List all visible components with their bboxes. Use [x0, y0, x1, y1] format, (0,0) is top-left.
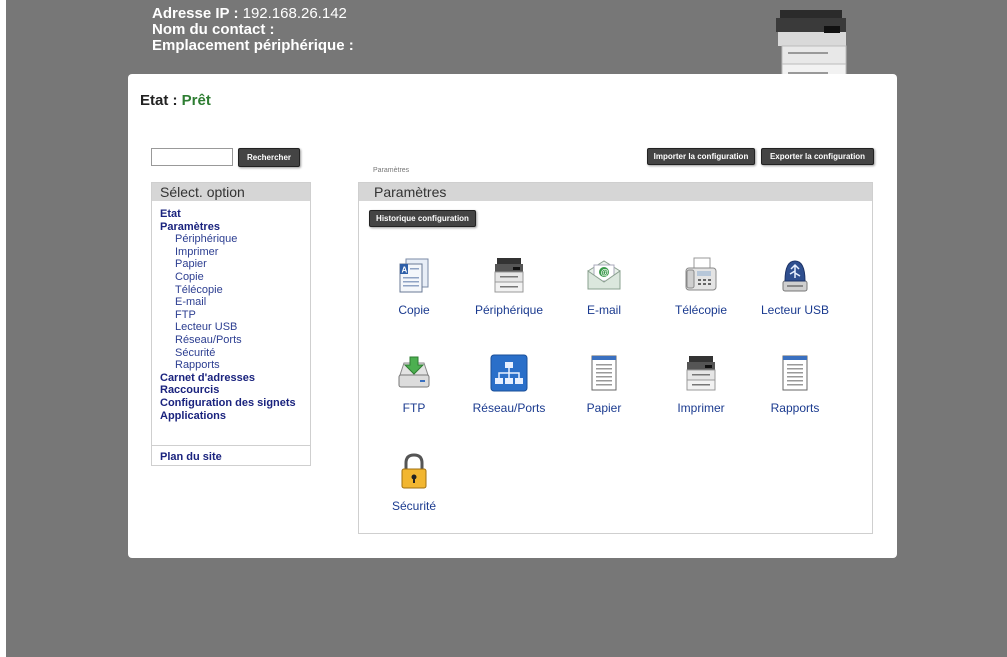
- status-value: Prêt: [181, 92, 211, 109]
- sidebar-item-usb[interactable]: Lecteur USB: [160, 321, 310, 334]
- ftp-icon: [394, 353, 434, 393]
- device-info: Adresse IP : 192.168.26.142 Nom du conta…: [152, 6, 354, 54]
- status-line: Etat : Prêt: [140, 92, 211, 109]
- paper-icon: [584, 353, 624, 393]
- tile-label: Télécopie: [674, 303, 728, 317]
- settings-heading: Paramètres: [359, 183, 872, 201]
- settings-panel: Paramètres Historique configuration A Co…: [358, 182, 873, 534]
- sidebar-item-carnet[interactable]: Carnet d'adresses: [160, 372, 310, 385]
- sidebar-item-papier[interactable]: Papier: [160, 258, 310, 271]
- sidebar-item-parametres[interactable]: Paramètres: [160, 221, 310, 234]
- content-card: Etat : Prêt Rechercher Importer la confi…: [128, 74, 897, 558]
- sidebar: Sélect. option Etat Paramètres Périphéri…: [151, 182, 311, 466]
- sidebar-item-telecopie[interactable]: Télécopie: [160, 284, 310, 297]
- tile-reseau-ports[interactable]: Réseau/Ports: [459, 353, 559, 415]
- tile-ftp[interactable]: FTP: [364, 353, 464, 415]
- export-config-button[interactable]: Exporter la configuration: [761, 148, 874, 165]
- tile-label: Papier: [586, 401, 622, 415]
- tile-peripherique[interactable]: Périphérique: [459, 255, 559, 317]
- search-input[interactable]: [151, 148, 233, 166]
- sidebar-item-imprimer[interactable]: Imprimer: [160, 246, 310, 259]
- tile-copie[interactable]: A Copie: [364, 255, 464, 317]
- location-line: Emplacement périphérique :: [152, 37, 354, 54]
- tile-label: Lecteur USB: [760, 303, 830, 317]
- ip-label: Adresse IP :: [152, 5, 239, 22]
- breadcrumb: Paramètres: [373, 167, 410, 174]
- sidebar-item-securite[interactable]: Sécurité: [160, 347, 310, 360]
- ip-value: 192.168.26.142: [242, 5, 347, 22]
- config-history-button[interactable]: Historique configuration: [369, 210, 476, 227]
- tile-label: Réseau/Ports: [472, 401, 546, 415]
- tile-label: FTP: [402, 401, 426, 415]
- sidebar-item-etat[interactable]: Etat: [160, 208, 310, 221]
- tile-email[interactable]: @ E-mail: [554, 255, 654, 317]
- contact-line: Nom du contact :: [152, 21, 275, 38]
- tile-rapports[interactable]: Rapports: [745, 353, 845, 415]
- network-icon: [489, 353, 529, 393]
- tile-imprimer[interactable]: Imprimer: [651, 353, 751, 415]
- sitemap-link[interactable]: Plan du site: [160, 451, 222, 463]
- tile-papier[interactable]: Papier: [554, 353, 654, 415]
- svg-text:A: A: [402, 266, 408, 275]
- reports-icon: [775, 353, 815, 393]
- sidebar-item-peripherique[interactable]: Périphérique: [160, 233, 310, 246]
- status-label: Etat :: [140, 92, 178, 109]
- lock-icon: [394, 451, 434, 491]
- page-background: Adresse IP : 192.168.26.142 Nom du conta…: [6, 0, 1007, 657]
- sidebar-item-ftp[interactable]: FTP: [160, 309, 310, 322]
- tile-securite[interactable]: Sécurité: [364, 451, 464, 513]
- sidebar-heading: Sélect. option: [152, 183, 310, 201]
- tile-label: Périphérique: [474, 303, 544, 317]
- ip-address-line: Adresse IP : 192.168.26.142: [152, 6, 354, 22]
- tile-lecteur-usb[interactable]: Lecteur USB: [745, 255, 845, 317]
- tile-telecopie[interactable]: Télécopie: [651, 255, 751, 317]
- sidebar-item-signets[interactable]: Configuration des signets: [160, 397, 310, 410]
- email-icon: @: [584, 255, 624, 295]
- sidebar-item-reseau[interactable]: Réseau/Ports: [160, 334, 310, 347]
- sidebar-divider: [152, 445, 310, 446]
- sidebar-item-copie[interactable]: Copie: [160, 271, 310, 284]
- copy-icon: A: [394, 255, 434, 295]
- sidebar-item-raccourcis[interactable]: Raccourcis: [160, 384, 310, 397]
- tile-label: Sécurité: [391, 499, 437, 513]
- tile-label: Imprimer: [677, 401, 725, 415]
- sidebar-item-applications[interactable]: Applications: [160, 410, 310, 423]
- printer-icon: [681, 353, 721, 393]
- svg-text:@: @: [601, 268, 609, 277]
- tile-label: E-mail: [586, 303, 621, 317]
- sidebar-item-email[interactable]: E-mail: [160, 296, 310, 309]
- device-icon: [489, 255, 529, 295]
- fax-icon: [681, 255, 721, 295]
- import-config-button[interactable]: Importer la configuration: [647, 148, 755, 165]
- search-button[interactable]: Rechercher: [238, 148, 300, 167]
- sidebar-item-rapports[interactable]: Rapports: [160, 359, 310, 372]
- sidebar-nav: Etat Paramètres Périphérique Imprimer Pa…: [152, 201, 310, 422]
- usb-drive-icon: [775, 255, 815, 295]
- tile-label: Copie: [398, 303, 430, 317]
- tile-label: Rapports: [770, 401, 820, 415]
